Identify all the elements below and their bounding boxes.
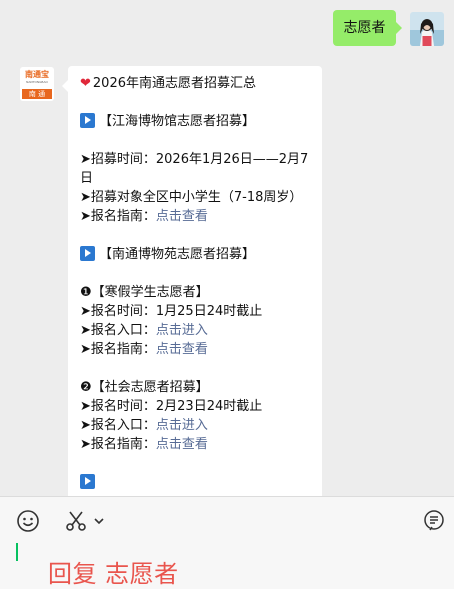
incoming-message-bubble[interactable]: ❤ 2026年南通志愿者招募汇总【江海博物馆志愿者招募】 ➤招募时间：2026年1月… (62, 66, 322, 496)
line-label: ➤报名入口： (80, 323, 156, 338)
message-line: ➤报名时间：1月25日24时截止 (80, 304, 263, 319)
play-square-icon (80, 246, 95, 261)
title-text: 2026年南通志愿者招募汇总 (92, 76, 256, 91)
outgoing-message-text: 志愿者 (343, 20, 386, 36)
message-link[interactable]: 点击进入 (156, 418, 208, 433)
message-line: ➤招募时间：2026年1月26日——2月7日 (80, 152, 309, 186)
message-link[interactable]: 点击查看 (156, 209, 208, 224)
smiley-icon[interactable] (16, 509, 40, 533)
text-cursor (16, 543, 18, 561)
play-square-icon (80, 474, 95, 489)
message-link[interactable]: 点击查看 (156, 342, 208, 357)
logo-city: 南 通 (28, 90, 46, 98)
official-account-avatar[interactable]: 南通宝 NANTONGBAO 南 通 (20, 67, 54, 101)
my-avatar[interactable] (410, 12, 444, 46)
message-line: ➤报名指南：点击查看 (80, 435, 312, 454)
line-label: ➤报名入口： (80, 418, 156, 433)
message-link[interactable]: 点击进入 (156, 323, 208, 338)
message-input[interactable]: 回复 志愿者 (0, 543, 454, 589)
logo-subtitle: NANTONGBAO (26, 80, 48, 84)
message-line: ➤报名入口：点击进入 (80, 416, 312, 435)
input-text: 回复 志愿者 (48, 560, 179, 588)
input-toolbar (0, 496, 454, 545)
incoming-message-text: ❤ 2026年南通志愿者招募汇总【江海博物馆志愿者招募】 ➤招募时间：2026年1月… (80, 74, 312, 492)
play-square-icon (80, 113, 95, 128)
section-heading: 【南通博物苑志愿者招募】 (80, 245, 312, 264)
section-heading: 【江海博物馆志愿者招募】 (80, 112, 312, 131)
section-heading (80, 473, 312, 492)
message-line: ➤报名指南：点击查看 (80, 340, 312, 359)
chat-area: 志愿者 南通宝 NANTONGBAO 南 通 ❤ 2026年南通志愿者招募汇总【江… (0, 0, 454, 496)
message-line: ➤报名时间：2月23日24时截止 (80, 399, 263, 414)
line-label: ➤报名指南： (80, 209, 156, 224)
chevron-down-icon[interactable] (92, 509, 106, 533)
line-label: ➤报名指南： (80, 437, 156, 452)
scissors-icon[interactable] (64, 509, 88, 533)
message-link[interactable]: 点击查看 (156, 437, 208, 452)
section-heading-text: 【南通博物苑志愿者招募】 (99, 247, 256, 262)
message-line: ➤报名入口：点击进入 (80, 321, 312, 340)
section-heading-text: 【江海博物馆志愿者招募】 (99, 114, 256, 129)
message-line: ➤招募对象全区中小学生（7-18周岁） (80, 190, 303, 205)
voice-bubble-icon[interactable] (422, 509, 446, 533)
user-photo-icon (410, 12, 444, 46)
logo-title: 南通宝 (25, 70, 49, 79)
heart-icon: ❤ (80, 76, 91, 91)
message-title: ❤ 2026年南通志愿者招募汇总 (80, 74, 312, 93)
message-line: ❶【寒假学生志愿者】 (80, 285, 209, 300)
line-label: ➤报名指南： (80, 342, 156, 357)
message-line: ➤报名指南：点击查看 (80, 207, 312, 226)
message-line: ❷【社会志愿者招募】 (80, 380, 209, 395)
outgoing-message-bubble[interactable]: 志愿者 (333, 10, 402, 46)
